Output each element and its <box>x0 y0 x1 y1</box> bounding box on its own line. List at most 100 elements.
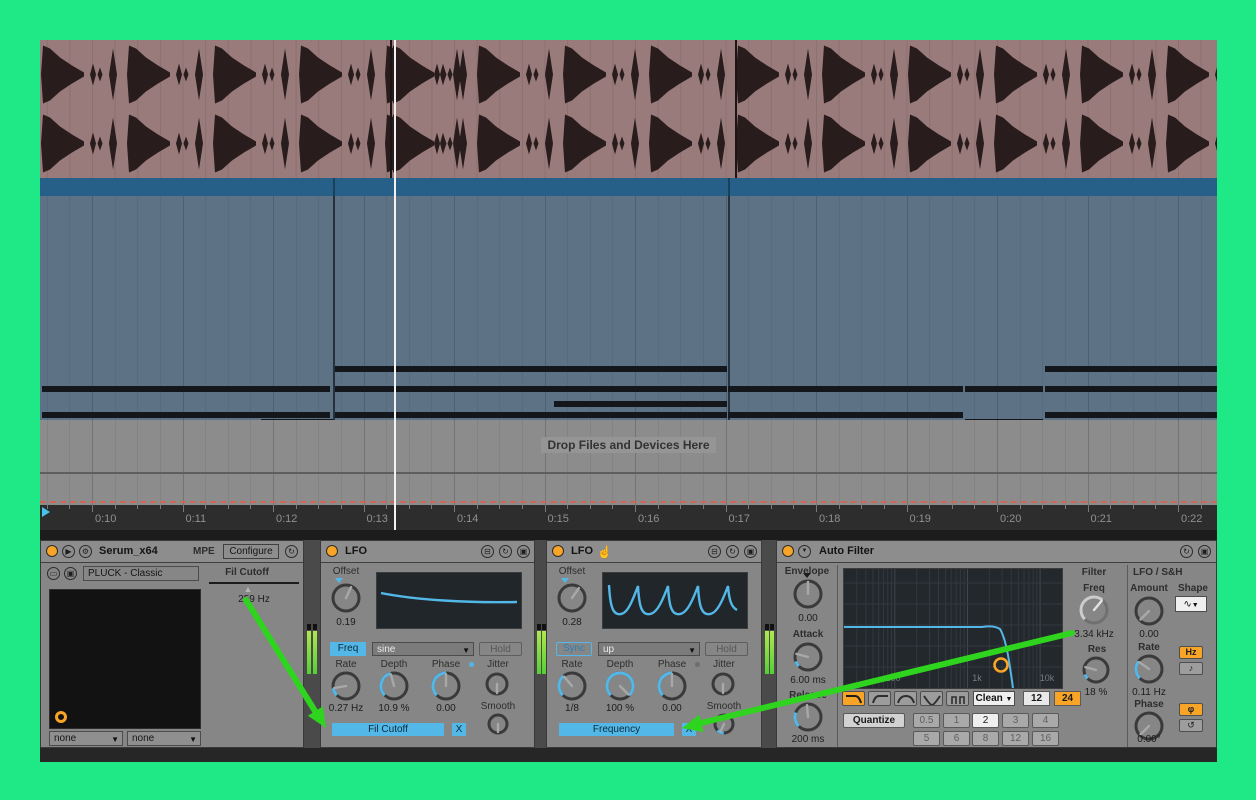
device-serum[interactable]: ▶ ⚙ Serum_x64 MPE Configure ↻ ▭ ▣ PLUCK … <box>40 540 304 748</box>
quantize-value-button[interactable]: 3 <box>1002 713 1029 728</box>
depth-knob[interactable] <box>379 671 409 701</box>
filter-type-notch-button[interactable] <box>920 691 943 706</box>
midi-note[interactable] <box>965 386 1043 392</box>
quantize-value-button[interactable]: 4 <box>1032 713 1059 728</box>
hotswap-icon[interactable]: ↻ <box>1180 545 1193 558</box>
depth-value[interactable]: 10.9 % <box>372 703 416 714</box>
rate-value[interactable]: 1/8 <box>550 703 594 714</box>
lfo-phase-value[interactable]: 0.00° <box>1127 734 1171 745</box>
xy-pad-handle[interactable] <box>55 711 67 723</box>
quantize-value-button[interactable]: 1 <box>943 713 970 728</box>
device-auto-filter[interactable]: ▼ Auto Filter ↻ ▣ Envelope 0.00 Attack 6… <box>776 540 1217 748</box>
depth-knob[interactable] <box>605 671 635 701</box>
envelope-value[interactable]: 0.00 <box>783 613 833 624</box>
quantize-value-button[interactable]: 0.5 <box>913 713 940 728</box>
midi-note[interactable] <box>728 412 963 418</box>
midi-note[interactable] <box>728 386 963 392</box>
configure-button[interactable]: Configure <box>223 544 279 559</box>
circuit-dropdown[interactable]: Clean ▼ <box>973 691 1015 706</box>
attack-knob[interactable] <box>793 642 823 672</box>
time-ruler[interactable]: 0:100:110:120:130:140:150:160:170:180:19… <box>40 505 1217 530</box>
offset-value[interactable]: 0.19 <box>324 617 368 628</box>
play-icon[interactable]: ▶ <box>62 545 75 558</box>
smooth-knob[interactable] <box>713 713 735 735</box>
phase-mode-button[interactable]: φ <box>1179 703 1203 716</box>
device-lfo-2[interactable]: LFO ☝ ⊟ ↻ ▣ Offset 0.28 Sync up▼ Hold Ra… <box>546 540 762 748</box>
quantize-value-button[interactable]: 5 <box>913 731 940 746</box>
lfo-rate-knob[interactable] <box>1134 654 1164 684</box>
routing-dropdown-2[interactable]: none▼ <box>127 731 201 746</box>
midi-note[interactable] <box>1045 412 1217 418</box>
quantize-value-button[interactable]: 12 <box>1002 731 1029 746</box>
phase-knob[interactable] <box>657 671 687 701</box>
rate-value[interactable]: 0.27 Hz <box>324 703 368 714</box>
res-value[interactable]: 18 % <box>1074 687 1118 698</box>
phase-value[interactable]: 0.00 <box>650 703 694 714</box>
map-icon[interactable]: ⊟ <box>708 545 721 558</box>
midi-note-lane[interactable] <box>40 196 1217 420</box>
midi-note[interactable] <box>1045 386 1217 392</box>
sync-mode-button[interactable]: Sync <box>556 642 592 656</box>
unmap-button[interactable]: X <box>682 723 696 736</box>
amount-value[interactable]: 0.00 <box>1127 629 1171 640</box>
freq-value[interactable]: 3.34 kHz <box>1066 629 1122 640</box>
device-on-toggle[interactable] <box>326 545 338 557</box>
routing-dropdown-1[interactable]: none▼ <box>49 731 123 746</box>
quantize-value-button[interactable]: 6 <box>943 731 970 746</box>
spin-mode-button[interactable]: ↺ <box>1179 719 1203 732</box>
save-preset-icon[interactable]: ▣ <box>64 567 77 580</box>
quantize-button[interactable]: Quantize <box>843 713 905 728</box>
midi-clip-titlebar[interactable] <box>40 178 1217 197</box>
autofilter-titlebar[interactable]: ▼ Auto Filter ↻ ▣ <box>777 541 1216 563</box>
param-value[interactable]: 259 Hz <box>214 594 294 605</box>
hold-button[interactable]: Hold <box>705 642 748 656</box>
rate-knob[interactable] <box>331 671 361 701</box>
smooth-knob[interactable] <box>487 713 509 735</box>
device-on-toggle[interactable] <box>552 545 564 557</box>
filter-type-lowpass-button[interactable] <box>842 691 865 706</box>
midi-note[interactable] <box>42 386 330 392</box>
hold-button[interactable]: Hold <box>479 642 522 656</box>
offset-knob[interactable] <box>331 583 361 613</box>
lfo1-titlebar[interactable]: LFO ⊟ ↻ ▣ <box>321 541 534 563</box>
xy-pad[interactable] <box>49 589 201 729</box>
midi-note[interactable] <box>42 412 330 418</box>
quantize-value-button[interactable]: 8 <box>972 731 999 746</box>
save-icon[interactable]: ▣ <box>744 545 757 558</box>
release-value[interactable]: 200 ms <box>783 734 833 745</box>
rate-knob[interactable] <box>557 671 587 701</box>
device-on-toggle[interactable] <box>782 545 794 557</box>
serum-titlebar[interactable]: ▶ ⚙ Serum_x64 MPE Configure ↻ <box>41 541 303 563</box>
playhead[interactable] <box>394 40 396 530</box>
envelope-knob[interactable] <box>793 579 823 609</box>
hotswap-icon[interactable]: ↻ <box>726 545 739 558</box>
hotswap-icon[interactable]: ↻ <box>499 545 512 558</box>
device-on-toggle[interactable] <box>46 545 58 557</box>
filter-frequency-display[interactable]: 100 1k 10k <box>843 568 1063 689</box>
filter-type-morph-button[interactable] <box>946 691 969 706</box>
audio-clip-track[interactable] <box>40 40 1217 178</box>
amount-knob[interactable] <box>1134 596 1164 626</box>
device-lfo-1[interactable]: LFO ⊟ ↻ ▣ Offset 0.19 Freq sine▼ Hold Ra… <box>320 540 535 748</box>
lfo-shape-dropdown[interactable]: up▼ <box>598 642 700 656</box>
jitter-knob[interactable] <box>485 672 509 696</box>
unmap-button[interactable]: X <box>452 723 466 736</box>
fold-icon[interactable]: ▼ <box>798 545 811 558</box>
quantize-value-button[interactable]: 2 <box>972 713 999 728</box>
wrench-icon[interactable]: ⚙ <box>79 545 92 558</box>
freq-mode-button[interactable]: Freq <box>330 642 366 656</box>
freq-knob[interactable] <box>1079 595 1109 625</box>
filter-type-highpass-button[interactable] <box>868 691 891 706</box>
lfo-shape-dropdown[interactable]: sine▼ <box>372 642 474 656</box>
depth-value[interactable]: 100 % <box>598 703 642 714</box>
offset-knob[interactable] <box>557 583 587 613</box>
filter-type-bandpass-button[interactable] <box>894 691 917 706</box>
quantize-value-button[interactable]: 16 <box>1032 731 1059 746</box>
save-icon[interactable]: ▣ <box>517 545 530 558</box>
attack-value[interactable]: 6.00 ms <box>783 675 833 686</box>
release-knob[interactable] <box>793 702 823 732</box>
rate-hz-button[interactable]: Hz <box>1179 646 1203 659</box>
rate-sync-button[interactable]: ♪ <box>1179 662 1203 675</box>
lfo-rate-value[interactable]: 0.11 Hz <box>1127 687 1171 698</box>
hotswap-icon[interactable]: ↻ <box>285 545 298 558</box>
